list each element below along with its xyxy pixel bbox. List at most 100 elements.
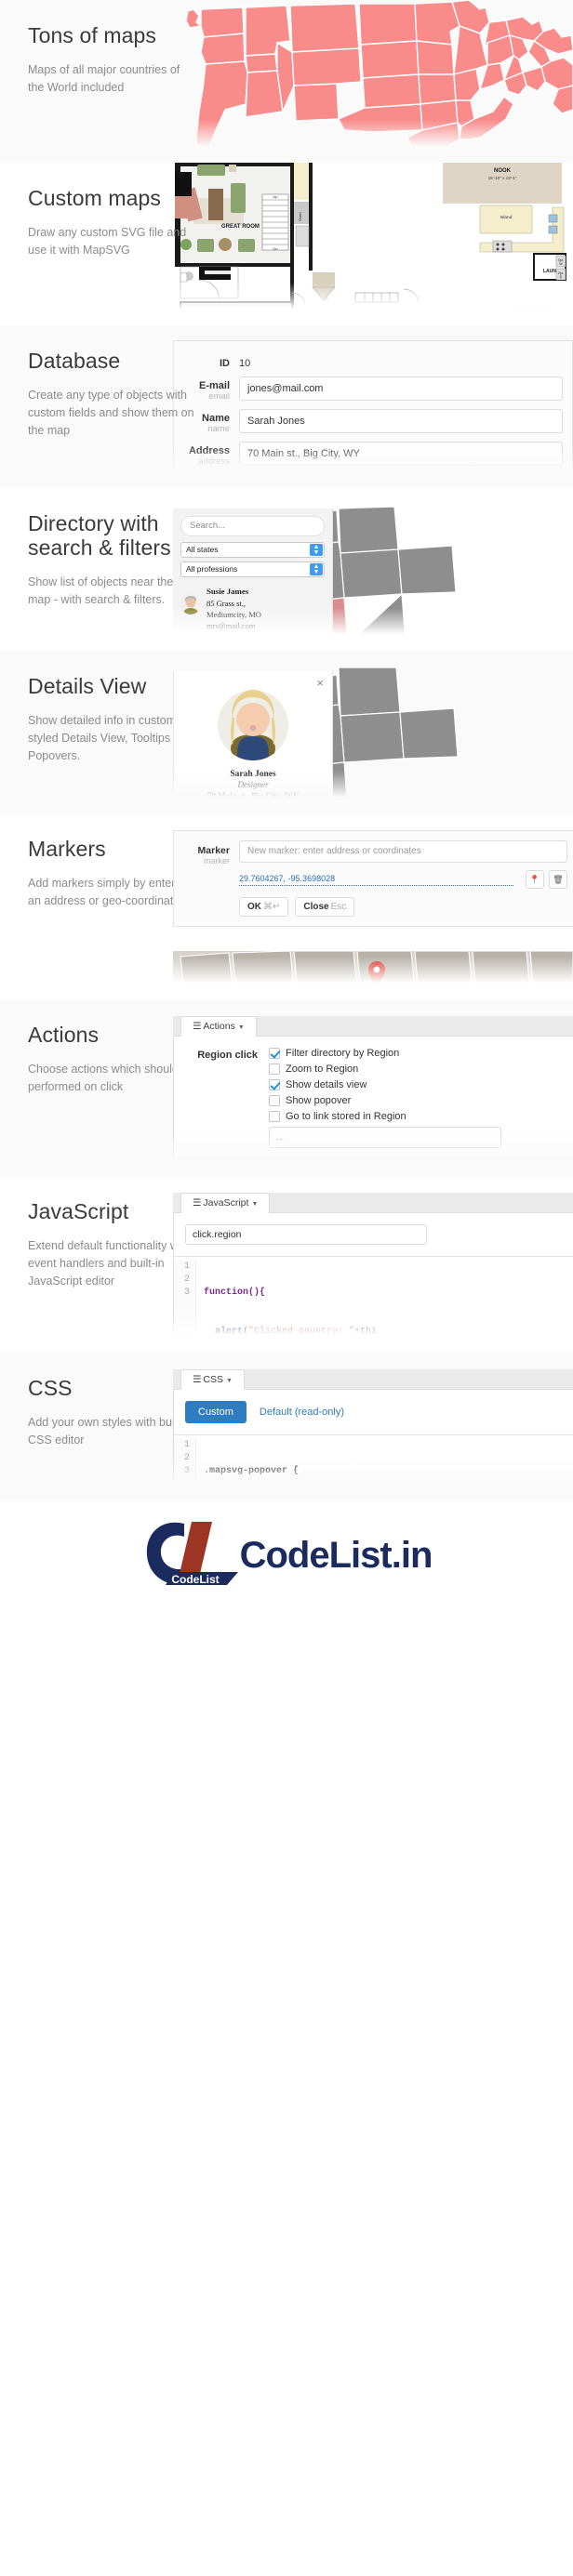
checkbox[interactable] bbox=[269, 1048, 280, 1059]
database-visual: ID 10 E-mail email jones@mail.com Name n… bbox=[173, 325, 573, 488]
section-text-block: Actions Choose actions which should be p… bbox=[28, 1023, 195, 1096]
svg-text:Up: Up bbox=[273, 194, 278, 199]
section-tons-of-maps: Tons of maps Maps of all major countries… bbox=[0, 0, 573, 163]
section-markers: Markers Add markers simply by entering a… bbox=[0, 813, 573, 999]
floorplan-svg[interactable]: NOOK 15'-10" x 13'-1" GREAT ROOM Up Dn O… bbox=[173, 163, 573, 325]
section-javascript: JavaScript Extend default functionality … bbox=[0, 1176, 573, 1353]
action-group-label: Region click bbox=[197, 1050, 258, 1061]
list-item-address: 85 Grass st., bbox=[207, 598, 247, 608]
form-row-name: Name name Sarah Jones bbox=[174, 405, 572, 438]
hamburger-icon: ☰ bbox=[193, 1021, 201, 1032]
code-content[interactable]: function(){ alert("Clicked country: "+th… bbox=[196, 1261, 377, 1353]
avatar-susie bbox=[180, 594, 201, 614]
chevron-down-icon: ▼ bbox=[226, 1378, 233, 1384]
checkbox[interactable] bbox=[269, 1079, 280, 1090]
tab-javascript[interactable]: ☰ JavaScript ▼ bbox=[180, 1193, 271, 1213]
code-line-1: function(){ bbox=[204, 1288, 266, 1298]
code-line-2-string: "Clicked country: " bbox=[248, 1327, 355, 1337]
checkbox[interactable] bbox=[269, 1157, 280, 1169]
default-css-link[interactable]: Default (read-only) bbox=[260, 1407, 344, 1418]
filter-states-select[interactable]: All states ▲ ▼ bbox=[180, 542, 325, 558]
checkbox[interactable] bbox=[269, 1095, 280, 1106]
action-option-label: Show popover bbox=[286, 1095, 352, 1106]
action-option[interactable]: Show details view bbox=[269, 1157, 573, 1169]
list-item[interactable]: Arnold Jones 87 Flower str., Somecity, N… bbox=[180, 637, 325, 651]
marker-address-input[interactable]: New marker: enter address or coordinates bbox=[239, 840, 567, 863]
us-map-svg[interactable] bbox=[173, 0, 573, 163]
section-text-block: Custom maps Draw any custom SVG file and… bbox=[28, 186, 195, 259]
svg-text:NOOK: NOOK bbox=[494, 168, 512, 174]
floorplan-visual: NOOK 15'-10" x 13'-1" GREAT ROOM Up Dn O… bbox=[173, 163, 573, 325]
markers-visual: Marker marker New marker: enter address … bbox=[173, 813, 573, 999]
directory-visual: Search... All states ▲ ▼ All professions … bbox=[173, 488, 573, 651]
section-description: Choose actions which should be performed… bbox=[28, 1062, 195, 1093]
chevron-down-icon: ▼ bbox=[237, 1024, 245, 1031]
details-view-panel: × Sarah Jones Designer 70 Main st., Big … bbox=[173, 671, 333, 813]
marker-map-svg[interactable] bbox=[173, 951, 573, 999]
checkbox[interactable] bbox=[269, 1063, 280, 1075]
page-title: Directory with search & filters bbox=[28, 511, 171, 560]
chevron-updown-icon: ▲ ▼ bbox=[310, 544, 323, 556]
details-email: wy@mail.com bbox=[227, 801, 279, 811]
photo-browse-button[interactable]: Browse... bbox=[239, 474, 302, 488]
action-option-label: Show details view bbox=[286, 1079, 367, 1090]
list-item-city: Mediumcity, MO bbox=[207, 610, 261, 620]
marker-map[interactable] bbox=[173, 951, 573, 999]
tab-css[interactable]: ☰ CSS ▼ bbox=[180, 1369, 245, 1390]
svg-text:15'-10" x 13'-1": 15'-10" x 13'-1" bbox=[488, 176, 517, 180]
custom-css-button[interactable]: Custom bbox=[185, 1401, 247, 1423]
javascript-visual: ☰ JavaScript ▼ click.region 1 2 3 function… bbox=[173, 1176, 573, 1353]
page-title: Details View bbox=[28, 674, 147, 698]
section-description: Maps of all major countries of the World… bbox=[28, 62, 180, 94]
action-option[interactable]: Zoom to Region bbox=[269, 1063, 573, 1075]
tab-actions[interactable]: ☰ Actions ▼ bbox=[180, 1016, 257, 1037]
marker-coordinates-row: 29.7604267, -95.3698028 📍 🗑 bbox=[239, 870, 567, 889]
hamburger-icon: ☰ bbox=[193, 1374, 201, 1385]
directory-panel: Search... All states ▲ ▼ All professions … bbox=[173, 509, 333, 651]
event-name-input[interactable]: click.region bbox=[185, 1224, 427, 1245]
close-icon[interactable]: × bbox=[316, 677, 324, 689]
section-database: Database Create any type of objects with… bbox=[0, 325, 573, 488]
ok-button[interactable]: OK ⌘↵ bbox=[239, 897, 289, 917]
action-option[interactable]: Go to link stored in Region bbox=[269, 1111, 573, 1122]
hamburger-icon: ☰ bbox=[193, 1197, 201, 1209]
list-item[interactable]: Susie James 85 Grass st., Mediumcity, MO… bbox=[180, 581, 325, 638]
trash-icon[interactable]: 🗑 bbox=[549, 870, 567, 889]
section-description: Extend default functionality with event … bbox=[28, 1238, 192, 1288]
address-field[interactable]: 70 Main st., Big City, WY bbox=[239, 442, 563, 466]
search-input[interactable]: Search... bbox=[180, 516, 325, 536]
email-field[interactable]: jones@mail.com bbox=[239, 376, 563, 401]
details-address: 70 Main st., Big City, WY bbox=[207, 791, 300, 800]
list-item-email: mrs@mail.com bbox=[207, 621, 256, 631]
pin-icon[interactable]: 📍 bbox=[526, 870, 544, 889]
field-label-marker: Marker marker bbox=[197, 845, 230, 865]
javascript-editor[interactable]: 1 2 3 function(){ alert("Clicked country… bbox=[174, 1256, 573, 1353]
section-text-block: Tons of maps Maps of all major countries… bbox=[28, 23, 195, 97]
action-group-marker-click: Marker click Show details view bbox=[174, 1157, 573, 1173]
marker-action-buttons: OK ⌘↵ Close Esc bbox=[174, 897, 573, 917]
svg-text:3 CAR GARAGE: 3 CAR GARAGE bbox=[509, 308, 549, 313]
name-field[interactable]: Sarah Jones bbox=[239, 409, 563, 433]
section-custom-maps: Custom maps Draw any custom SVG file and… bbox=[0, 163, 573, 325]
javascript-body: click.region 1 2 3 function(){ alert("Cl… bbox=[173, 1213, 573, 1353]
css-editor[interactable]: 1 2 3 .mapsvg-popover { color: #AABB22; … bbox=[174, 1434, 573, 1501]
actions-panel: ☰ Actions ▼ Region click Filter directory … bbox=[173, 1016, 573, 1176]
section-details-view: Details View Show detailed info in custo… bbox=[0, 651, 573, 813]
action-link-select[interactable]: ... bbox=[269, 1127, 501, 1148]
action-option[interactable]: Filter directory by Region bbox=[269, 1048, 573, 1059]
filter-professions-select[interactable]: All professions ▲ ▼ bbox=[180, 561, 325, 577]
checkbox[interactable] bbox=[269, 1111, 280, 1122]
code-content[interactable]: .mapsvg-popover { color: #AABB22; } bbox=[196, 1439, 299, 1501]
section-description: Show list of objects near the map - with… bbox=[28, 575, 174, 606]
marker-coordinates[interactable]: 29.7604267, -95.3698028 bbox=[239, 874, 513, 886]
chevron-down-icon: ▼ bbox=[251, 1201, 259, 1208]
action-option[interactable]: Show popover bbox=[269, 1095, 573, 1106]
filter-states-value: All states bbox=[186, 545, 219, 554]
svg-text:STUDY: STUDY bbox=[216, 313, 234, 319]
close-button[interactable]: Close Esc bbox=[295, 897, 355, 917]
code-line-2-call: alert( bbox=[204, 1327, 249, 1337]
code-line-2-tail: +thi bbox=[354, 1327, 378, 1337]
list-item-name: Susie James bbox=[207, 587, 249, 596]
action-option[interactable]: Show details view bbox=[269, 1079, 573, 1090]
page-title: JavaScript bbox=[28, 1199, 129, 1223]
